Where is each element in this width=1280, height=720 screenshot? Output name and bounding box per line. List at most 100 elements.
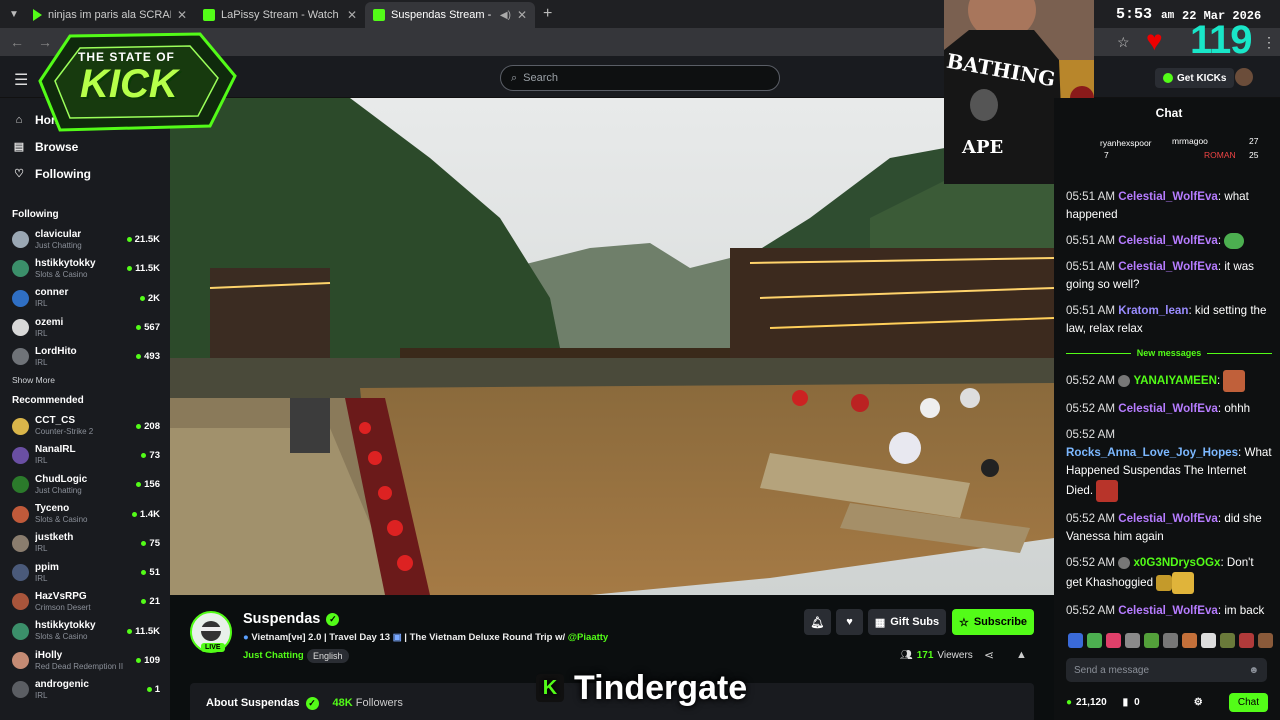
video-player[interactable] xyxy=(170,98,1054,595)
msg-user[interactable]: Celestial_WolfEva xyxy=(1118,260,1218,273)
channel-category: Slots & Casino xyxy=(35,269,88,279)
notification-bell-button[interactable]: 🔔︎ xyxy=(804,609,831,635)
sidebar-channel-hstikkytokky[interactable]: hstikkytokky Slots & Casino 11.5K xyxy=(0,617,170,646)
channel-viewers: 51 xyxy=(141,567,160,578)
stream-title-mention[interactable]: @Piaatty xyxy=(568,632,608,643)
sidebar-channel-hstikkytokky[interactable]: hstikkytokky Slots & Casino 11.5K xyxy=(0,254,170,283)
sidebar-channel-cct_cs[interactable]: CCT_CS Counter-Strike 2 208 xyxy=(0,411,170,440)
share-icon[interactable]: ⋖ xyxy=(984,648,994,662)
emote-icon[interactable] xyxy=(1106,633,1121,648)
sidebar-channel-nanairl[interactable]: NanaIRL IRL 73 xyxy=(0,441,170,470)
channel-name: LordHito xyxy=(35,345,77,357)
channel-name: ppim xyxy=(35,561,59,573)
msg-time: 05:52 AM xyxy=(1066,556,1115,569)
tab-title: Suspendas Stream - Watch xyxy=(391,9,494,21)
tab-search-icon[interactable]: ▼ xyxy=(3,3,25,25)
msg-user[interactable]: YANAIYAMEEN xyxy=(1133,374,1217,387)
msg-time: 05:51 AM xyxy=(1066,234,1115,247)
viewer-number: 171 xyxy=(916,650,934,661)
msg-user[interactable]: Celestial_WolfEva xyxy=(1118,604,1218,617)
channel-viewers: 2K xyxy=(140,293,160,304)
channel-name: androgenic xyxy=(35,678,89,690)
subscribe-button[interactable]: ☆ Subscribe xyxy=(952,609,1034,635)
channel-viewers: 1.4K xyxy=(132,509,160,520)
msg-user[interactable]: x0G3NDrysOGx xyxy=(1133,556,1220,569)
hamburger-menu-icon[interactable]: ☰ xyxy=(14,70,28,90)
msg-user[interactable]: Celestial_WolfEva xyxy=(1118,190,1218,203)
close-icon[interactable]: ✕ xyxy=(177,8,187,22)
sidebar-channel-clavicular[interactable]: clavicular Just Chatting 21.5K xyxy=(0,225,170,254)
close-icon[interactable]: ✕ xyxy=(347,8,357,22)
language-tag[interactable]: English xyxy=(307,649,349,663)
sidebar-channel-tyceno[interactable]: Tyceno Slots & Casino 1.4K xyxy=(0,499,170,528)
search-input[interactable]: ⌕ Search xyxy=(500,65,780,91)
channel-category: Just Chatting xyxy=(35,485,82,495)
follow-heart-button[interactable]: ♥ xyxy=(836,609,863,635)
speaker-icon[interactable]: ◀) xyxy=(500,10,511,21)
emote-icon[interactable] xyxy=(1201,633,1216,648)
new-tab-icon[interactable]: + xyxy=(543,5,552,23)
emoji-icon[interactable]: ☻ xyxy=(1248,665,1259,676)
sidebar-channel-conner[interactable]: conner IRL 2K xyxy=(0,284,170,313)
msg-time: 05:51 AM xyxy=(1066,304,1115,317)
chat-input-placeholder: Send a message xyxy=(1074,664,1150,676)
gifter-count: 7 xyxy=(1104,150,1109,160)
stream-video-frame xyxy=(170,98,1054,595)
tab-lapissy[interactable]: LaPissy Stream - Watch Live on ✕ xyxy=(195,2,365,28)
emote-icon[interactable] xyxy=(1182,633,1197,648)
sidebar-channel-ozemi[interactable]: ozemi IRL 567 xyxy=(0,313,170,342)
clock-ampm: am xyxy=(1161,10,1175,22)
chat-footer: ● 21,120 ▮ 0 ⚙ Chat xyxy=(1066,692,1268,712)
sidebar-channel-justketh[interactable]: justketh IRL 75 xyxy=(0,529,170,558)
msg-user[interactable]: Celestial_WolfEva xyxy=(1118,234,1218,247)
kick-favicon-icon xyxy=(373,9,385,21)
channel-name[interactable]: Suspendas xyxy=(243,611,320,627)
emote-icon[interactable] xyxy=(1220,633,1235,648)
get-kicks-label: Get KICKs xyxy=(1177,72,1227,84)
emote-icon[interactable] xyxy=(1163,633,1178,648)
sidebar-channel-ppim[interactable]: ppim IRL 51 xyxy=(0,558,170,587)
chat-messages: 05:51 AM Celestial_WolfEva: what happene… xyxy=(1066,188,1272,628)
msg-user[interactable]: Kratom_lean xyxy=(1118,304,1188,317)
channel-category: Crimson Desert xyxy=(35,602,91,612)
emote-icon[interactable] xyxy=(1239,633,1254,648)
channel-avatar xyxy=(12,476,29,494)
chat-message: 05:52 AM YANAIYAMEEN: xyxy=(1066,370,1272,392)
tab-ninjas[interactable]: ninjas im paris ala SCRABSNYC ✕ xyxy=(25,2,195,28)
get-kicks-button[interactable]: Get KICKs xyxy=(1155,68,1235,88)
emote-icon[interactable] xyxy=(1087,633,1102,648)
emote-icon[interactable] xyxy=(1125,633,1140,648)
chat-send-button[interactable]: Chat xyxy=(1228,692,1268,712)
emote-icon[interactable] xyxy=(1258,633,1273,648)
settings-gear-icon[interactable]: ⚙ xyxy=(1194,697,1203,708)
bookmark-star-icon[interactable]: ☆ xyxy=(1117,34,1130,51)
stream-title-part: Vietnam[vн] 2.0 | Travel Day 13 xyxy=(251,632,393,643)
gift-subs-button[interactable]: ▦ Gift Subs xyxy=(868,609,946,635)
tab-suspendas[interactable]: Suspendas Stream - Watch ◀) ✕ xyxy=(365,2,535,28)
msg-user[interactable]: Rocks_Anna_Love_Joy_Hopes xyxy=(1066,446,1238,459)
msg-user[interactable]: Celestial_WolfEva xyxy=(1118,512,1218,525)
msg-user[interactable]: Celestial_WolfEva xyxy=(1118,402,1218,415)
new-messages-divider[interactable]: New messages xyxy=(1066,344,1272,362)
top-gifters: ryanhexspoor mrmagoo 27 ROMAN 25 7 xyxy=(1054,134,1280,164)
viewers-icon: 👥︎ xyxy=(900,650,913,661)
state-of-kick-logo: THE STATE OF KICK xyxy=(30,26,240,136)
close-icon[interactable]: ✕ xyxy=(517,8,527,22)
category-link[interactable]: Just Chatting xyxy=(243,650,304,661)
sidebar-channel-iholly[interactable]: iHolly Red Dead Redemption II 109 xyxy=(0,646,170,675)
chat-input[interactable]: Send a message ☻ xyxy=(1066,658,1267,682)
sidebar-channel-chudlogic[interactable]: ChudLogic Just Chatting 156 xyxy=(0,470,170,499)
show-more-link[interactable]: Show More xyxy=(0,371,170,389)
emote-icon[interactable] xyxy=(1144,633,1159,648)
sidebar-item-following[interactable]: ♡ Following xyxy=(0,160,170,187)
user-avatar[interactable] xyxy=(1235,68,1253,86)
report-icon[interactable]: ▲ xyxy=(1016,649,1027,661)
back-icon[interactable]: ← xyxy=(10,34,24,50)
sidebar-channel-hazvsrpg[interactable]: HazVsRPG Crimson Desert 21 xyxy=(0,587,170,616)
sidebar-item-browse[interactable]: ▤ Browse xyxy=(0,133,170,160)
sidebar-channel-androgenic[interactable]: androgenic IRL 1 xyxy=(0,675,170,704)
sidebar-channel-lordhito[interactable]: LordHito IRL 493 xyxy=(0,342,170,371)
emote-icon[interactable] xyxy=(1068,633,1083,648)
browser-menu-icon[interactable]: ⋮ xyxy=(1262,34,1276,51)
channel-avatar xyxy=(12,622,29,640)
